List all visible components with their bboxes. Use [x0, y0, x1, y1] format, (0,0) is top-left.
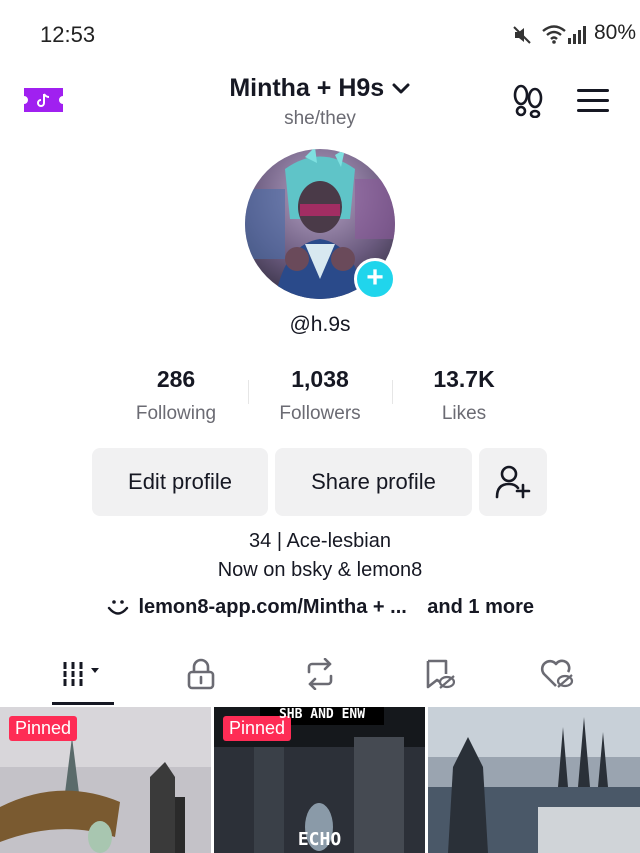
stat-value: 286	[156, 366, 196, 392]
tab-videos[interactable]	[48, 654, 118, 702]
status-time: 12:53	[40, 22, 96, 47]
stat-likes[interactable]: 13.7K Likes	[389, 366, 539, 425]
add-person-icon	[495, 465, 531, 499]
video-thumbnail[interactable]	[428, 707, 640, 853]
add-story-button[interactable]: +	[354, 258, 396, 300]
edit-profile-button[interactable]: Edit profile	[92, 448, 268, 516]
footprint-icon[interactable]	[512, 84, 544, 118]
tab-liked[interactable]	[522, 654, 592, 702]
video-thumbnail[interactable]: Pinned SHB AND ENW ECHO	[214, 707, 425, 853]
stat-label: Followers	[279, 403, 361, 424]
video-caption-bottom: ECHO	[297, 829, 342, 850]
profile-name: Mintha + H9s	[229, 74, 385, 102]
stat-following[interactable]: 286 Following	[101, 366, 251, 425]
pronouns: she/they	[284, 108, 356, 129]
profile-name-switcher[interactable]: Mintha + H9s	[0, 74, 640, 108]
menu-icon[interactable]	[577, 88, 609, 114]
liked-icon	[540, 659, 574, 688]
share-profile-button[interactable]: Share profile	[275, 448, 472, 516]
tab-favorites[interactable]	[404, 654, 474, 702]
tab-private[interactable]	[166, 654, 236, 702]
bio-link[interactable]: lemon8-app.com/Mintha + ...	[138, 596, 406, 619]
tab-reposts[interactable]	[285, 654, 355, 702]
status-bar: 12:53 80%	[0, 0, 640, 66]
stat-followers[interactable]: 1,038 Followers	[245, 366, 395, 425]
repost-icon	[307, 658, 333, 690]
bio-link-more[interactable]: and 1 more	[427, 596, 534, 619]
bio-line: Now on bsky & lemon8	[217, 559, 423, 581]
bio-line: 34 | Ace-lesbian	[249, 530, 391, 552]
lock-icon	[187, 658, 215, 690]
stat-value: 1,038	[291, 366, 349, 392]
stat-value: 13.7K	[433, 366, 495, 392]
video-caption-top: SHB AND ENW	[278, 707, 366, 722]
saved-icon	[426, 659, 455, 689]
stat-label: Following	[135, 403, 217, 424]
stat-label: Likes	[441, 403, 487, 424]
add-friend-button[interactable]	[479, 448, 547, 516]
username: @h.9s	[289, 313, 351, 336]
link-icon	[107, 599, 129, 615]
plus-icon: +	[366, 261, 384, 294]
pinned-badge: Pinned	[9, 716, 78, 741]
wifi-icon	[542, 25, 566, 44]
chevron-down-icon	[392, 83, 410, 93]
battery-percent: 80%	[594, 21, 637, 44]
bio-link-row[interactable]: lemon8-app.com/Mintha + ... and 1 more	[0, 596, 640, 626]
video-thumbnail[interactable]: Pinned	[0, 707, 211, 853]
tab-active-indicator	[52, 702, 114, 705]
mute-icon	[513, 26, 531, 44]
signal-icon	[568, 26, 586, 44]
status-icons: 80%	[380, 20, 640, 50]
videos-grid-icon	[61, 662, 99, 686]
